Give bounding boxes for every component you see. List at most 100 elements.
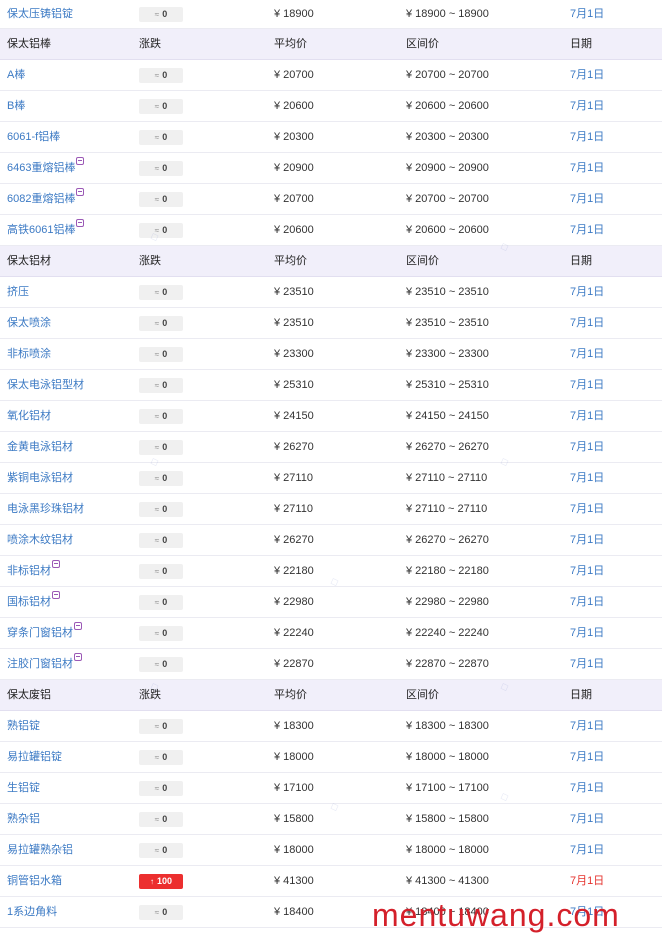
product-name-link[interactable]: 挤压 xyxy=(7,286,29,298)
average-price: ¥ 18900 xyxy=(274,8,314,20)
change-value: 0 xyxy=(162,9,168,19)
change-value: 0 xyxy=(162,163,168,173)
change-value: 100 xyxy=(156,876,173,886)
product-name-link[interactable]: 6082重熔铝棒 xyxy=(7,193,75,205)
product-name-link[interactable]: 氧化铝材 xyxy=(7,410,51,422)
product-name-link[interactable]: 熟铝锭 xyxy=(7,720,40,732)
product-name-link[interactable]: 国标铝材 xyxy=(7,596,51,608)
table-row: 生铝锭 ≈0 ¥ 17100 ¥ 17100 ~ 17100 7月1日 xyxy=(0,773,662,804)
date-link[interactable]: 7月1日 xyxy=(570,348,604,360)
date-link[interactable]: 7月1日 xyxy=(570,317,604,329)
date-cell: 7月1日 xyxy=(570,370,604,401)
product-cell: 6082重熔铝棒 xyxy=(7,184,85,215)
product-name-link[interactable]: B棒 xyxy=(7,100,25,112)
neutral-icon: ≈ xyxy=(154,474,160,483)
date-link[interactable]: 7月1日 xyxy=(570,596,604,608)
range-price: ¥ 18000 ~ 18000 xyxy=(406,844,489,856)
date-link[interactable]: 7月1日 xyxy=(570,441,604,453)
product-name-link[interactable]: 喷涂木纹铝材 xyxy=(7,534,73,546)
table-row: 挤压 ≈0 ¥ 23510 ¥ 23510 ~ 23510 7月1日 xyxy=(0,277,662,308)
date-link[interactable]: 7月1日 xyxy=(570,720,604,732)
column-date: 日期 xyxy=(570,255,592,267)
change-badge: ≈0 xyxy=(139,130,183,145)
date-link[interactable]: 7月1日 xyxy=(570,8,604,20)
date-link[interactable]: 7月1日 xyxy=(570,503,604,515)
product-name-link[interactable]: 紫铜电泳铝材 xyxy=(7,472,73,484)
date-link[interactable]: 7月1日 xyxy=(570,410,604,422)
product-name-link[interactable]: A棒 xyxy=(7,69,25,81)
average-price: ¥ 41300 xyxy=(274,875,314,887)
table-row: 紫铜电泳铝材 ≈0 ¥ 27110 ¥ 27110 ~ 27110 7月1日 xyxy=(0,463,662,494)
product-cell: 喷涂木纹铝材 xyxy=(7,525,73,556)
date-link[interactable]: 7月1日 xyxy=(570,906,604,918)
product-cell: 电泳黑珍珠铝材 xyxy=(7,494,84,525)
date-link[interactable]: 7月1日 xyxy=(570,751,604,763)
product-name-link[interactable]: 保太喷涂 xyxy=(7,317,51,329)
neutral-icon: ≈ xyxy=(154,598,160,607)
date-link[interactable]: 7月1日 xyxy=(570,286,604,298)
date-link[interactable]: 7月1日 xyxy=(570,844,604,856)
average-price: ¥ 26270 xyxy=(274,534,314,546)
change-value: 0 xyxy=(162,845,168,855)
product-name-link[interactable]: 注胶门窗铝材 xyxy=(7,658,73,670)
date-link[interactable]: 7月1日 xyxy=(570,193,604,205)
range-price: ¥ 20300 ~ 20300 xyxy=(406,131,489,143)
product-cell: 国标铝材 xyxy=(7,587,60,618)
change-value: 0 xyxy=(162,318,168,328)
product-name-link[interactable]: 高铁6061铝棒 xyxy=(7,224,75,236)
product-name-link[interactable]: 1系边角料 xyxy=(7,906,57,918)
price-table: 保太压铸铝锭 ≈0 ¥ 18900 ¥ 18900 ~ 18900 7月1日 保太铝棒 涨跌… xyxy=(0,0,662,928)
product-name-link[interactable]: 保太压铸铝锭 xyxy=(7,8,73,20)
product-name-link[interactable]: 电泳黑珍珠铝材 xyxy=(7,503,84,515)
date-cell: 7月1日 xyxy=(570,804,604,835)
product-name-link[interactable]: 易拉罐熟杂铝 xyxy=(7,844,73,856)
change-value: 0 xyxy=(162,101,168,111)
vip-icon xyxy=(76,157,85,165)
product-name-link[interactable]: 穿条门窗铝材 xyxy=(7,627,73,639)
column-change: 涨跌 xyxy=(139,255,161,267)
product-name-link[interactable]: 生铝锭 xyxy=(7,782,40,794)
date-link[interactable]: 7月1日 xyxy=(570,813,604,825)
date-cell: 7月1日 xyxy=(570,91,604,122)
date-link[interactable]: 7月1日 xyxy=(570,472,604,484)
product-name-link[interactable]: 非标喷涂 xyxy=(7,348,51,360)
range-price: ¥ 23300 ~ 23300 xyxy=(406,348,489,360)
product-name-link[interactable]: 6463重熔铝棒 xyxy=(7,162,75,174)
average-price: ¥ 26270 xyxy=(274,441,314,453)
change-value: 0 xyxy=(162,132,168,142)
date-cell: 7月1日 xyxy=(570,897,604,928)
table-row: 保太电泳铝型材 ≈0 ¥ 25310 ¥ 25310 ~ 25310 7月1日 xyxy=(0,370,662,401)
range-price: ¥ 18300 ~ 18300 xyxy=(406,720,489,732)
table-row: A棒 ≈0 ¥ 20700 ¥ 20700 ~ 20700 7月1日 xyxy=(0,60,662,91)
average-price: ¥ 18000 xyxy=(274,844,314,856)
range-price: ¥ 24150 ~ 24150 xyxy=(406,410,489,422)
date-link[interactable]: 7月1日 xyxy=(570,100,604,112)
table-row: B棒 ≈0 ¥ 20600 ¥ 20600 ~ 20600 7月1日 xyxy=(0,91,662,122)
product-name-link[interactable]: 保太电泳铝型材 xyxy=(7,379,84,391)
date-link[interactable]: 7月1日 xyxy=(570,131,604,143)
table-row: 6082重熔铝棒 ≈0 ¥ 20700 ¥ 20700 ~ 20700 7月1日 xyxy=(0,184,662,215)
date-link[interactable]: 7月1日 xyxy=(570,658,604,670)
date-link[interactable]: 7月1日 xyxy=(570,162,604,174)
product-cell: 氧化铝材 xyxy=(7,401,51,432)
date-link[interactable]: 7月1日 xyxy=(570,224,604,236)
column-date: 日期 xyxy=(570,38,592,50)
product-name-link[interactable]: 铜管铝水箱 xyxy=(7,875,62,887)
date-link[interactable]: 7月1日 xyxy=(570,875,604,887)
product-name-link[interactable]: 易拉罐铝锭 xyxy=(7,751,62,763)
product-name-link[interactable]: 熟杂铝 xyxy=(7,813,40,825)
product-name-link[interactable]: 6061-f铝棒 xyxy=(7,131,60,143)
table-row: 易拉罐铝锭 ≈0 ¥ 18000 ¥ 18000 ~ 18000 7月1日 xyxy=(0,742,662,773)
range-price: ¥ 41300 ~ 41300 xyxy=(406,875,489,887)
product-name-link[interactable]: 金黄电泳铝材 xyxy=(7,441,73,453)
neutral-icon: ≈ xyxy=(154,908,160,917)
date-link[interactable]: 7月1日 xyxy=(570,782,604,794)
date-link[interactable]: 7月1日 xyxy=(570,534,604,546)
product-name-link[interactable]: 非标铝材 xyxy=(7,565,51,577)
date-link[interactable]: 7月1日 xyxy=(570,565,604,577)
date-link[interactable]: 7月1日 xyxy=(570,627,604,639)
range-price: ¥ 22870 ~ 22870 xyxy=(406,658,489,670)
date-link[interactable]: 7月1日 xyxy=(570,69,604,81)
table-row: 熟铝锭 ≈0 ¥ 18300 ¥ 18300 ~ 18300 7月1日 xyxy=(0,711,662,742)
date-link[interactable]: 7月1日 xyxy=(570,379,604,391)
